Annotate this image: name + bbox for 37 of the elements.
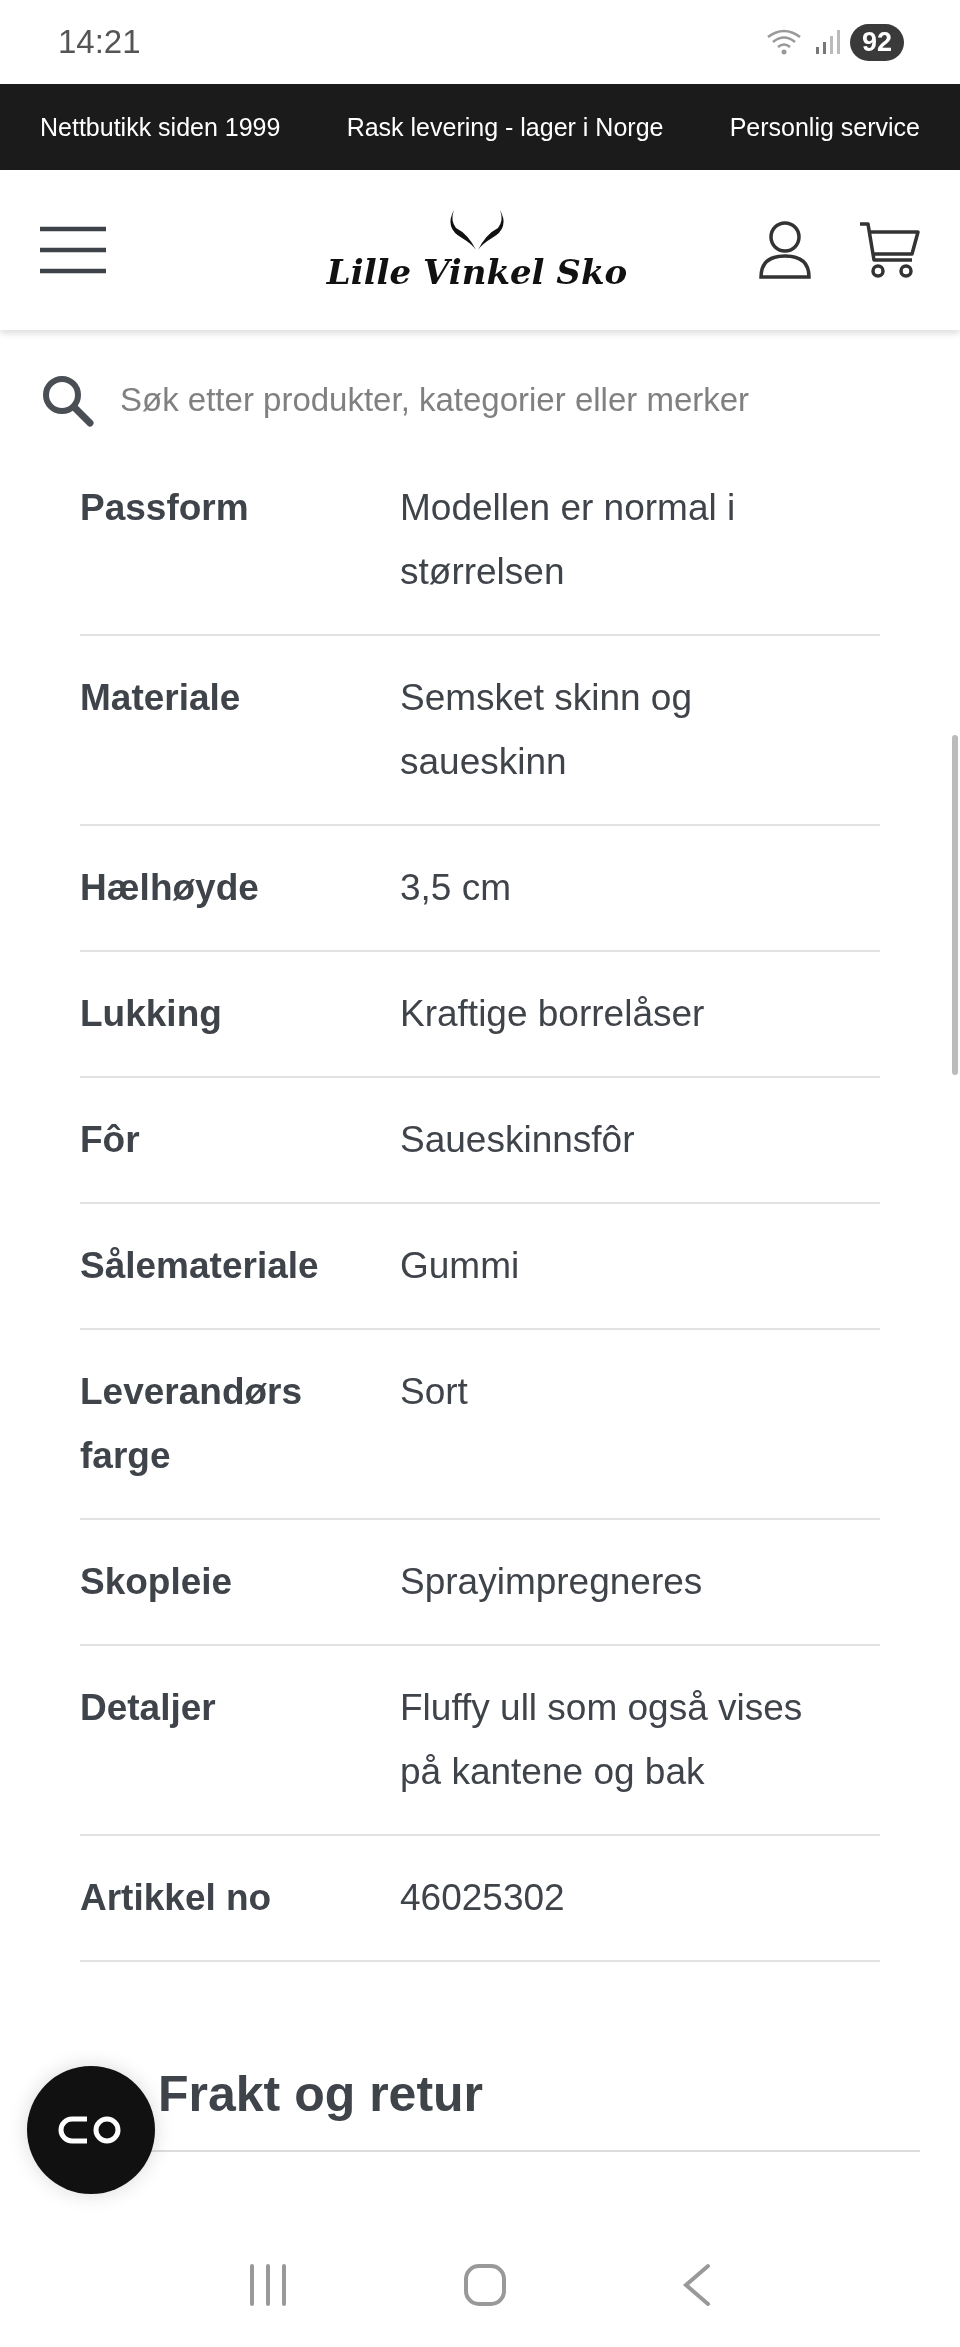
home-icon[interactable] xyxy=(463,2262,507,2307)
spec-value: Gummi xyxy=(400,1244,521,1288)
recent-apps-icon[interactable] xyxy=(247,2263,288,2306)
spec-label: Artikkel no xyxy=(80,1876,273,1920)
spec-label: Passform xyxy=(80,486,250,530)
spec-value: Kraftige borrelåser xyxy=(400,992,706,1036)
scrollbar[interactable] xyxy=(952,735,958,1075)
spec-label: Detaljer xyxy=(80,1686,217,1730)
spec-value: Semsket skinn og saueskinn xyxy=(400,676,694,784)
battery-level: 92 xyxy=(849,23,904,61)
promo-text: Nettbutikk siden 1999 xyxy=(40,112,281,142)
logo-text[interactable]: Lille Vinkel Sko xyxy=(326,252,628,292)
spec-label: Sålemateriale xyxy=(80,1244,320,1288)
menu-icon[interactable] xyxy=(40,226,106,274)
spec-label: Skopleie xyxy=(80,1560,234,1604)
spec-value: 3,5 cm xyxy=(400,866,513,910)
section-title[interactable]: Frakt og retur xyxy=(158,2062,484,2126)
user-icon[interactable] xyxy=(758,220,812,280)
spec-label: Hælhøyde xyxy=(80,866,260,910)
signal-icon xyxy=(813,29,840,55)
spec-value: Modellen er normal i størrelsen xyxy=(400,486,737,594)
promo-text: Personlig service xyxy=(729,112,920,142)
spec-value: Saueskinnsfôr xyxy=(400,1118,636,1162)
spec-label: Materiale xyxy=(80,676,242,720)
spec-value: Fluffy ull som også vises på kantene og bak xyxy=(400,1686,804,1794)
back-icon[interactable] xyxy=(682,2262,713,2307)
search-icon[interactable] xyxy=(40,373,94,427)
spec-value: Sort xyxy=(400,1370,469,1414)
spec-label: Fôr xyxy=(80,1118,141,1162)
promo-text: Rask levering - lager i Norge xyxy=(346,112,664,142)
spec-value: Sprayimpregneres xyxy=(400,1560,704,1604)
status-time: 14:21 xyxy=(58,23,141,61)
spec-label: Leverandørs farge xyxy=(80,1370,304,1478)
spec-label: Lukking xyxy=(80,992,223,1036)
spec-value: 46025302 xyxy=(400,1876,566,1920)
search-field[interactable]: Søk etter produkter, kategorier eller merker xyxy=(120,381,920,419)
cart-icon[interactable] xyxy=(858,220,920,280)
